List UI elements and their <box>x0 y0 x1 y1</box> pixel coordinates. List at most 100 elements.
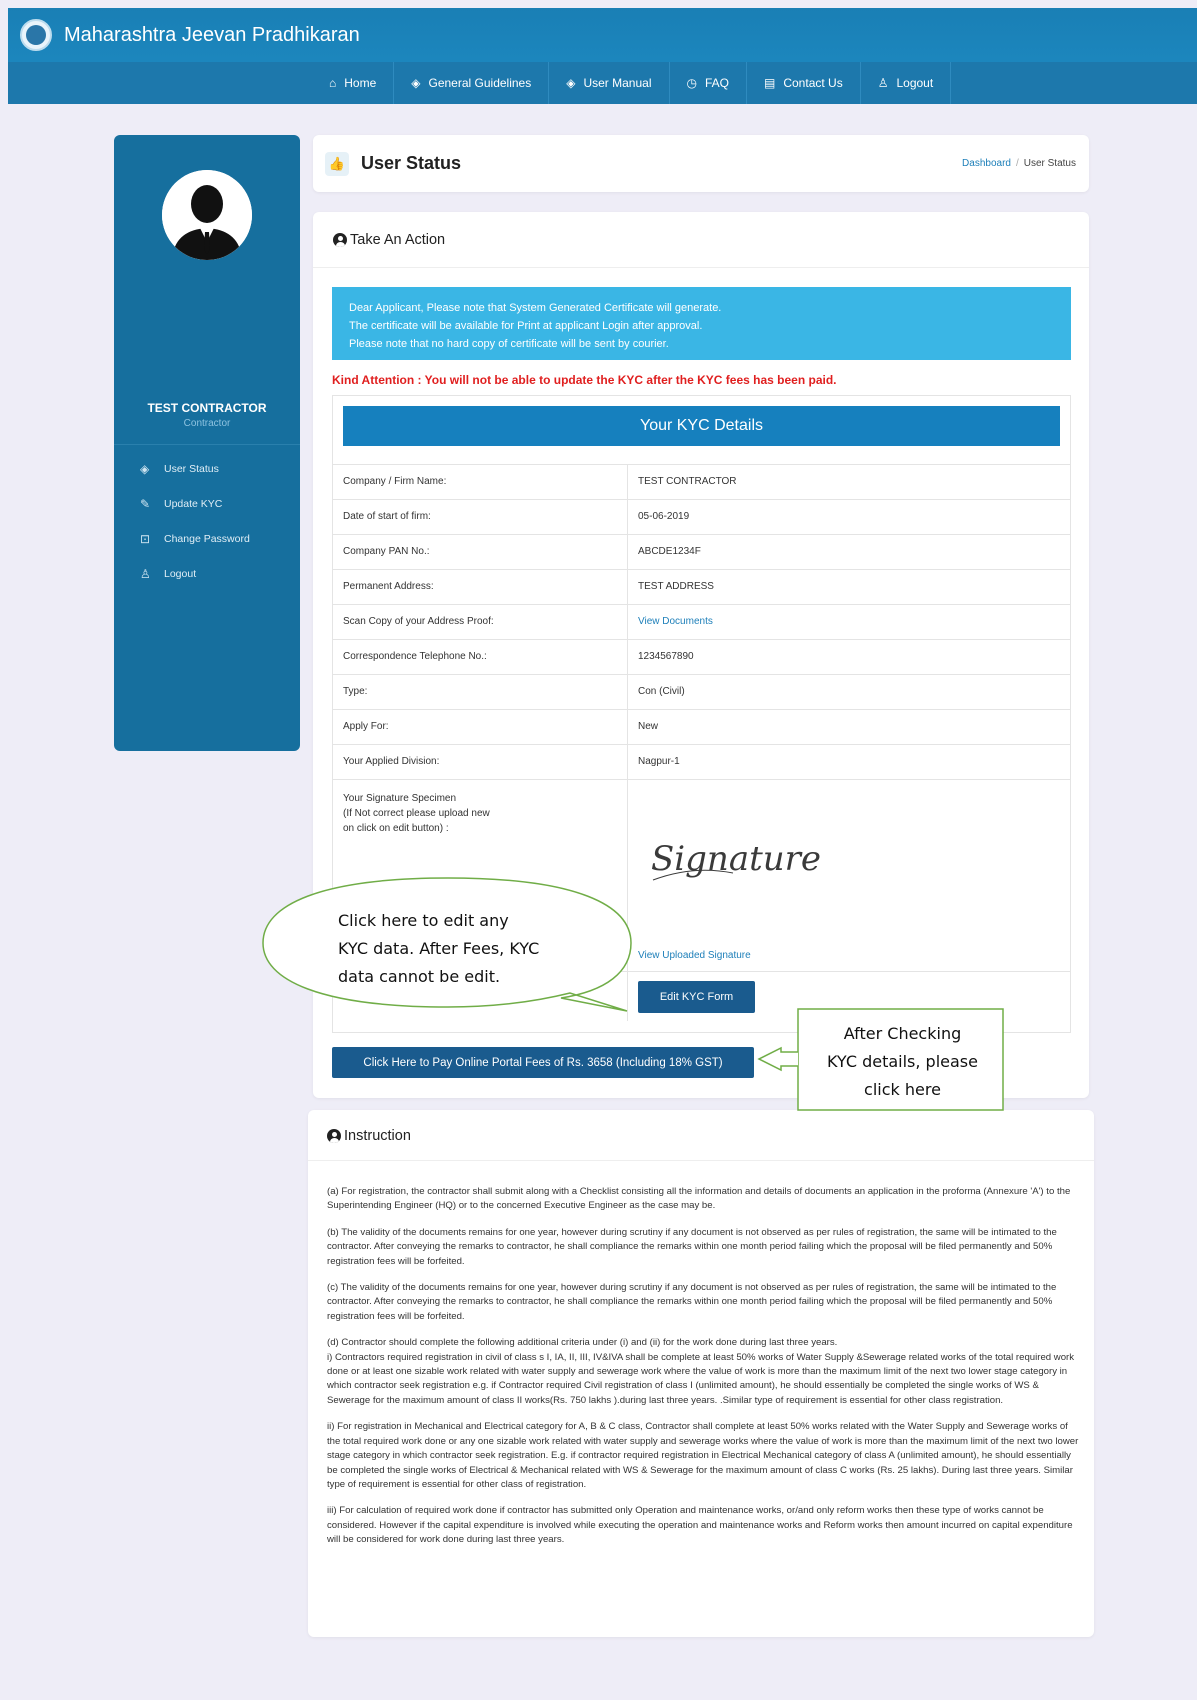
table-row: Company PAN No.: ABCDE1234F <box>333 534 1070 569</box>
kyc-field-value: ABCDE1234F <box>638 546 701 557</box>
kyc-field-value: TEST ADDRESS <box>638 581 714 592</box>
callout-line: KYC details, please <box>827 1052 978 1071</box>
alert-line: The certificate will be available for Pr… <box>349 320 703 332</box>
instruction-paragraph: iii) For calculation of required work do… <box>327 1505 1073 1546</box>
info-alert: Dear Applicant, Please note that System … <box>332 287 1071 360</box>
kyc-table-title: Your KYC Details <box>343 406 1060 446</box>
table-row: Your Applied Division: Nagpur-1 <box>333 744 1070 779</box>
clock-icon: ◷ <box>686 76 697 90</box>
logo[interactable] <box>20 19 52 51</box>
status-card: 👍 User Status Dashboard / User Status <box>313 135 1089 192</box>
action-title: Take An Action <box>350 232 446 248</box>
nav-item-label: Contact Us <box>783 76 843 90</box>
breadcrumb-dashboard[interactable]: Dashboard <box>962 158 1011 169</box>
instruction-header: Instruction <box>327 1128 411 1144</box>
breadcrumb-current: User Status <box>1023 158 1076 169</box>
kyc-field-value: 05-06-2019 <box>638 511 690 522</box>
layers-icon: ◈ <box>140 461 150 476</box>
kyc-field-label: Your Applied Division: <box>333 745 628 779</box>
signature-label-line: (If Not correct please upload new <box>343 808 490 819</box>
sidebar-item-label: User Status <box>164 462 219 475</box>
user-circle-icon <box>333 233 347 247</box>
divider <box>308 1160 1094 1161</box>
breadcrumb: Dashboard / User Status <box>962 158 1076 169</box>
instruction-paragraph: (b) The validity of the documents remain… <box>327 1226 1057 1267</box>
home-icon: ⌂ <box>329 76 337 90</box>
edit-icon: ✎ <box>140 496 151 511</box>
avatar <box>162 170 252 260</box>
signature-image: Signature <box>651 839 821 881</box>
layers-icon: ◈ <box>566 76 576 90</box>
kyc-field-label: Apply For: <box>333 710 628 744</box>
pay-fees-button[interactable]: Click Here to Pay Online Portal Fees of … <box>332 1047 754 1078</box>
action-header: Take An Action <box>333 232 445 248</box>
sidebar-item-change-password[interactable]: ⊡ Change Password <box>114 521 300 556</box>
table-row: Correspondence Telephone No.: 1234567890 <box>333 639 1070 674</box>
nav-item-general-guidelines[interactable]: ◈ General Guidelines <box>394 62 550 104</box>
document-icon: ▤ <box>764 76 776 90</box>
kyc-field-label: Scan Copy of your Address Proof: <box>333 605 628 639</box>
sidebar-item-logout[interactable]: ♙ Logout <box>114 556 300 591</box>
edit-callout-text: Click here to edit any KYC data. After F… <box>338 907 568 991</box>
table-row: Permanent Address: TEST ADDRESS <box>333 569 1070 604</box>
kyc-field-value: New <box>638 721 659 732</box>
pay-callout-text: After Checking KYC details, please click… <box>800 1020 1005 1104</box>
lock-icon: ⊡ <box>140 531 151 546</box>
table-row: Scan Copy of your Address Proof: View Doc… <box>333 604 1070 639</box>
user-role: Contractor <box>183 418 231 429</box>
signature-label-line: Your Signature Specimen <box>343 793 457 804</box>
table-row: Company / Firm Name: TEST CONTRACTOR <box>333 464 1070 499</box>
nav-item-contact-us[interactable]: ▤ Contact Us <box>747 62 861 104</box>
callout-line: KYC data. After Fees, KYC <box>338 939 540 958</box>
callout-line: After Checking <box>843 1024 962 1043</box>
kind-attention-warning: Kind Attention : You will not be able to… <box>332 373 837 387</box>
kyc-field-value: TEST CONTRACTOR <box>638 476 737 487</box>
user-name: TEST CONTRACTOR <box>147 401 267 415</box>
sidebar-divider <box>114 444 300 445</box>
thumbs-up-icon: 👍 <box>325 152 349 176</box>
nav-item-label: Home <box>344 76 377 90</box>
instruction-card: Instruction (a) For registration, the co… <box>308 1110 1094 1637</box>
view-signature-link[interactable]: View Uploaded Signature <box>638 950 751 961</box>
divider <box>313 267 1089 268</box>
alert-line: Please note that no hard copy of certifi… <box>349 338 669 350</box>
edit-kyc-button[interactable]: Edit KYC Form <box>638 981 755 1013</box>
app-header: Maharashtra Jeevan Pradhikaran ⌂ Home ◈ Gen… <box>8 8 1197 104</box>
instruction-paragraph: (d) Contractor should complete the follo… <box>327 1337 1075 1406</box>
top-navbar: ⌂ Home ◈ General Guidelines ◈ User Manual ◷ FAQ… <box>8 62 1197 104</box>
instruction-paragraph: ii) For registration in Mechanical and E… <box>327 1421 1079 1490</box>
instruction-paragraph: (a) For registration, the contractor sha… <box>327 1186 1071 1212</box>
callout-line: data cannot be edit. <box>338 967 501 986</box>
table-row: Type: Con (Civil) <box>333 674 1070 709</box>
sidebar-item-label: Update KYC <box>164 497 223 510</box>
sidebar-item-update-kyc[interactable]: ✎ Update KYC <box>114 486 300 521</box>
callout-line: Click here to edit any <box>338 911 509 930</box>
view-documents-link[interactable]: View Documents <box>628 605 723 639</box>
layers-icon: ◈ <box>411 76 421 90</box>
sidebar-item-label: Logout <box>164 567 197 580</box>
sidebar-menu: ◈ User Status ✎ Update KYC ⊡ Change Password ♙… <box>114 451 300 591</box>
instruction-body: (a) For registration, the contractor sha… <box>327 1185 1082 1560</box>
kyc-field-value: 1234567890 <box>638 651 694 662</box>
table-row: Apply For: New <box>333 709 1070 744</box>
nav-item-home[interactable]: ⌂ Home <box>312 62 395 104</box>
kyc-field-label: Company / Firm Name: <box>333 465 628 499</box>
nav-item-faq[interactable]: ◷ FAQ <box>670 62 747 104</box>
user-icon: ♙ <box>877 76 889 90</box>
kyc-field-label: Permanent Address: <box>333 570 628 604</box>
kyc-field-label: Type: <box>333 675 628 709</box>
sidebar-item-user-status[interactable]: ◈ User Status <box>114 451 300 486</box>
nav-item-user-manual[interactable]: ◈ User Manual <box>549 62 670 104</box>
nav-item-logout[interactable]: ♙ Logout <box>861 62 952 104</box>
logout-icon: ♙ <box>140 566 151 581</box>
sidebar: TEST CONTRACTOR Contractor ◈ User Status ✎… <box>114 135 300 751</box>
instruction-title: Instruction <box>344 1128 411 1144</box>
table-row: Date of start of firm: 05-06-2019 <box>333 499 1070 534</box>
sidebar-item-label: Change Password <box>164 532 250 545</box>
nav-item-label: FAQ <box>704 76 729 90</box>
page-title: User Status <box>361 153 462 173</box>
signature-cell: Signature View Uploaded Signature <box>628 780 1070 971</box>
app-title: Maharashtra Jeevan Pradhikaran <box>64 23 360 46</box>
nav-item-label: Logout <box>896 76 934 90</box>
callout-line: click here <box>864 1080 941 1099</box>
